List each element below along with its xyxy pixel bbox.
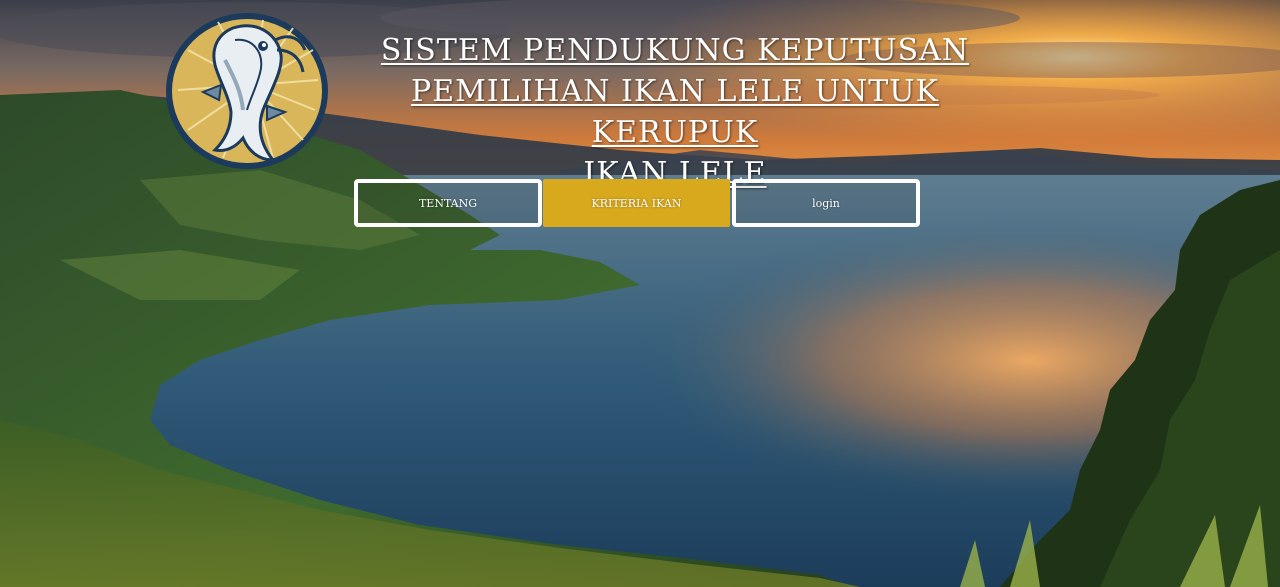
nav-tentang-button[interactable]: TENTANG [354,179,542,227]
page-title-line-2: PEMILIHAN IKAN LELE UNTUK KERUPUK [411,74,939,150]
catfish-logo-icon [163,10,331,172]
nav-kriteria-ikan-label: KRITERIA IKAN [591,196,682,210]
nav-kriteria-ikan-button[interactable]: KRITERIA IKAN [543,179,730,227]
nav-login-label: login [812,196,840,210]
main-nav: TENTANG KRITERIA IKAN login [354,179,920,227]
nav-login-button[interactable]: login [732,179,920,227]
page-title: SISTEM PENDUKUNG KEPUTUSAN PEMILIHAN IKA… [330,30,1020,194]
page-title-line-1: SISTEM PENDUKUNG KEPUTUSAN [380,33,970,68]
nav-tentang-label: TENTANG [418,196,478,210]
